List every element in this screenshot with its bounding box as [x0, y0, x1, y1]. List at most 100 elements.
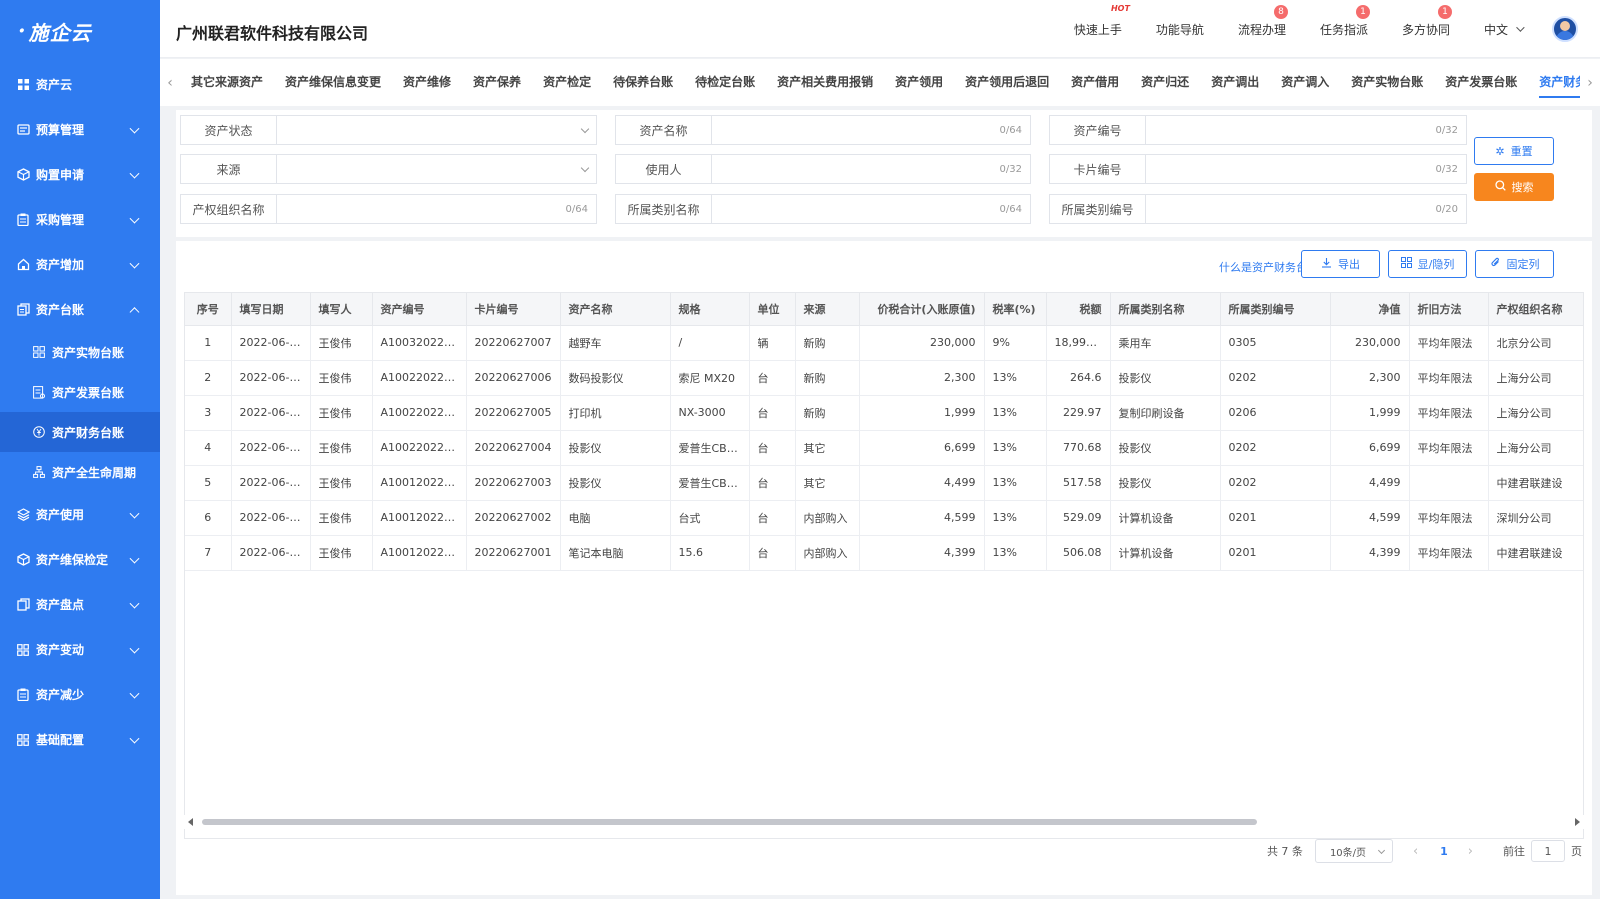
page-number[interactable]: 1: [1440, 845, 1448, 858]
finance-ledger-table: 序号 填写日期 填写人 资产编号 卡片编号 资产名称 规格 单位 来源 价税合计(入账原值) 税率(…: [184, 292, 1584, 839]
sidebar-item-budget[interactable]: 预算管理: [0, 107, 160, 152]
tab-item[interactable]: 其它来源资产: [180, 59, 274, 106]
table-row[interactable]: 7 2022-06-27 王俊伟 A100120220... 20220627001 笔记…: [185, 535, 1583, 571]
app-logo[interactable]: · 施企云: [0, 0, 160, 62]
tab-item[interactable]: 资产归还: [1130, 59, 1200, 106]
tab-item[interactable]: 资产保养: [462, 59, 532, 106]
scroll-right-icon[interactable]: [1575, 818, 1580, 826]
sidebar-item-asset-add[interactable]: 资产增加: [0, 242, 160, 287]
nav-task-assign[interactable]: 任务指派 1: [1320, 4, 1370, 38]
field-card-number: 卡片编号 0/32: [1049, 154, 1467, 184]
language-selector[interactable]: 中文: [1484, 21, 1525, 38]
column-header[interactable]: 序号: [185, 293, 232, 326]
table-cell: 北京分公司: [1488, 325, 1583, 361]
field-label: 产权组织名称: [181, 195, 277, 223]
next-page-icon[interactable]: ›: [1468, 844, 1473, 859]
asset-status-select[interactable]: [277, 116, 596, 144]
nav-function-guide[interactable]: 功能导航: [1156, 21, 1204, 38]
sidebar-item-inventory[interactable]: 资产盘点: [0, 582, 160, 627]
user-avatar[interactable]: [1552, 16, 1578, 42]
fix-columns-button[interactable]: 固定列: [1475, 250, 1554, 278]
column-header[interactable]: 单位: [749, 293, 796, 326]
asset-number-input[interactable]: 0/32: [1146, 116, 1466, 144]
nav-process[interactable]: 流程办理 8: [1238, 4, 1288, 38]
page-size-select[interactable]: 10条/页: [1314, 839, 1393, 863]
sidebar-subitem-physical-ledger[interactable]: 资产实物台账: [0, 332, 160, 372]
tab-item[interactable]: 待保养台账: [602, 59, 684, 106]
tab-item[interactable]: 资产发票台账: [1434, 59, 1528, 106]
paperclip-icon: [1490, 257, 1501, 271]
tab-scroll-right-icon[interactable]: ›: [1580, 75, 1600, 91]
table-cell: 6: [185, 500, 232, 536]
column-header[interactable]: 资产编号: [372, 293, 467, 326]
goto-page-input[interactable]: 1: [1531, 840, 1565, 862]
table-row[interactable]: 5 2022-06-27 王俊伟 A100120220... 20220627003 投影…: [185, 465, 1583, 501]
company-name: 广州联君软件科技有限公司: [176, 24, 369, 43]
column-header[interactable]: 税额: [1046, 293, 1111, 326]
column-header[interactable]: 净值: [1330, 293, 1410, 326]
sidebar-subitem-lifecycle[interactable]: 资产全生命周期: [0, 452, 160, 492]
tab-item[interactable]: 资产借用: [1060, 59, 1130, 106]
sparkle-icon: ✲: [1495, 144, 1505, 158]
scroll-left-icon[interactable]: [188, 818, 193, 826]
column-header[interactable]: 资产名称: [560, 293, 671, 326]
search-button[interactable]: 搜索: [1474, 173, 1554, 201]
category-name-input[interactable]: 0/64: [712, 195, 1030, 223]
column-header[interactable]: 填写日期: [231, 293, 311, 326]
column-header[interactable]: 填写人: [310, 293, 373, 326]
sidebar-item-procurement[interactable]: 采购管理: [0, 197, 160, 242]
tab-item[interactable]: 资产检定: [532, 59, 602, 106]
tab-item[interactable]: 资产领用: [884, 59, 954, 106]
column-header[interactable]: 规格: [670, 293, 750, 326]
horizontal-scrollbar[interactable]: [184, 815, 1584, 829]
scrollbar-thumb[interactable]: [202, 819, 1257, 825]
column-header[interactable]: 税率(%): [984, 293, 1047, 326]
nav-collaboration[interactable]: 多方协同 1: [1402, 4, 1452, 38]
tab-item[interactable]: 资产调入: [1270, 59, 1340, 106]
sidebar-item-asset-cloud[interactable]: 资产云: [0, 62, 160, 107]
source-select[interactable]: [277, 155, 596, 183]
table-row[interactable]: 2 2022-06-27 王俊伟 A100220220... 20220627006 数码…: [185, 360, 1583, 396]
sidebar-item-maintenance[interactable]: 资产维保检定: [0, 537, 160, 582]
table-row[interactable]: 6 2022-06-27 王俊伟 A100120220... 20220627002 电脑…: [185, 500, 1583, 536]
clipboard-icon: [16, 688, 30, 702]
tab-item[interactable]: 待检定台账: [684, 59, 766, 106]
tab-item[interactable]: 资产调出: [1200, 59, 1270, 106]
table-row[interactable]: 4 2022-06-27 王俊伟 A100220220... 20220627004 投影…: [185, 430, 1583, 466]
sidebar-item-purchase-request[interactable]: 购置申请: [0, 152, 160, 197]
sidebar-item-asset-ledger[interactable]: 资产台账: [0, 287, 160, 332]
sidebar-item-asset-reduce[interactable]: 资产减少: [0, 672, 160, 717]
tab-item[interactable]: 资产财务台账: [1528, 59, 1580, 106]
sidebar-item-asset-use[interactable]: 资产使用: [0, 492, 160, 537]
table-row[interactable]: 1 2022-06-27 王俊伟 A100320220... 20220627007 越野…: [185, 325, 1583, 361]
category-code-input[interactable]: 0/20: [1146, 195, 1466, 223]
column-header[interactable]: 价税合计(入账原值): [859, 293, 985, 326]
tab-item[interactable]: 资产领用后退回: [954, 59, 1060, 106]
tab-scroll-left-icon[interactable]: ‹: [160, 75, 180, 91]
tab-item[interactable]: 资产维保信息变更: [274, 59, 392, 106]
column-header[interactable]: 来源: [795, 293, 860, 326]
prev-page-icon[interactable]: ‹: [1413, 844, 1418, 859]
asset-name-input[interactable]: 0/64: [712, 116, 1030, 144]
reset-button[interactable]: ✲ 重置: [1474, 137, 1554, 165]
toggle-columns-button[interactable]: 显/隐列: [1388, 250, 1467, 278]
tab-item[interactable]: 资产实物台账: [1340, 59, 1434, 106]
tab-item[interactable]: 资产相关费用报销: [766, 59, 884, 106]
column-header[interactable]: 所属类别名称: [1110, 293, 1221, 326]
sidebar-item-asset-change[interactable]: 资产变动: [0, 627, 160, 672]
user-input[interactable]: 0/32: [712, 155, 1030, 183]
card-number-input[interactable]: 0/32: [1146, 155, 1466, 183]
table-cell: 4,399: [859, 535, 985, 571]
column-header[interactable]: 产权组织名称: [1488, 293, 1583, 326]
sidebar-subitem-invoice-ledger[interactable]: 资产发票台账: [0, 372, 160, 412]
column-header[interactable]: 卡片编号: [466, 293, 561, 326]
table-row[interactable]: 3 2022-06-27 王俊伟 A100220220... 20220627005 打印…: [185, 395, 1583, 431]
export-button[interactable]: 导出: [1301, 250, 1380, 278]
column-header[interactable]: 所属类别编号: [1220, 293, 1331, 326]
property-org-input[interactable]: 0/64: [277, 195, 596, 223]
tab-item[interactable]: 资产维修: [392, 59, 462, 106]
sidebar-subitem-finance-ledger[interactable]: 资产财务台账: [0, 412, 160, 452]
column-header[interactable]: 折旧方法: [1409, 293, 1489, 326]
nav-quick-start[interactable]: 快速上手 HOT: [1074, 4, 1130, 38]
sidebar-item-base-config[interactable]: 基础配置: [0, 717, 160, 762]
